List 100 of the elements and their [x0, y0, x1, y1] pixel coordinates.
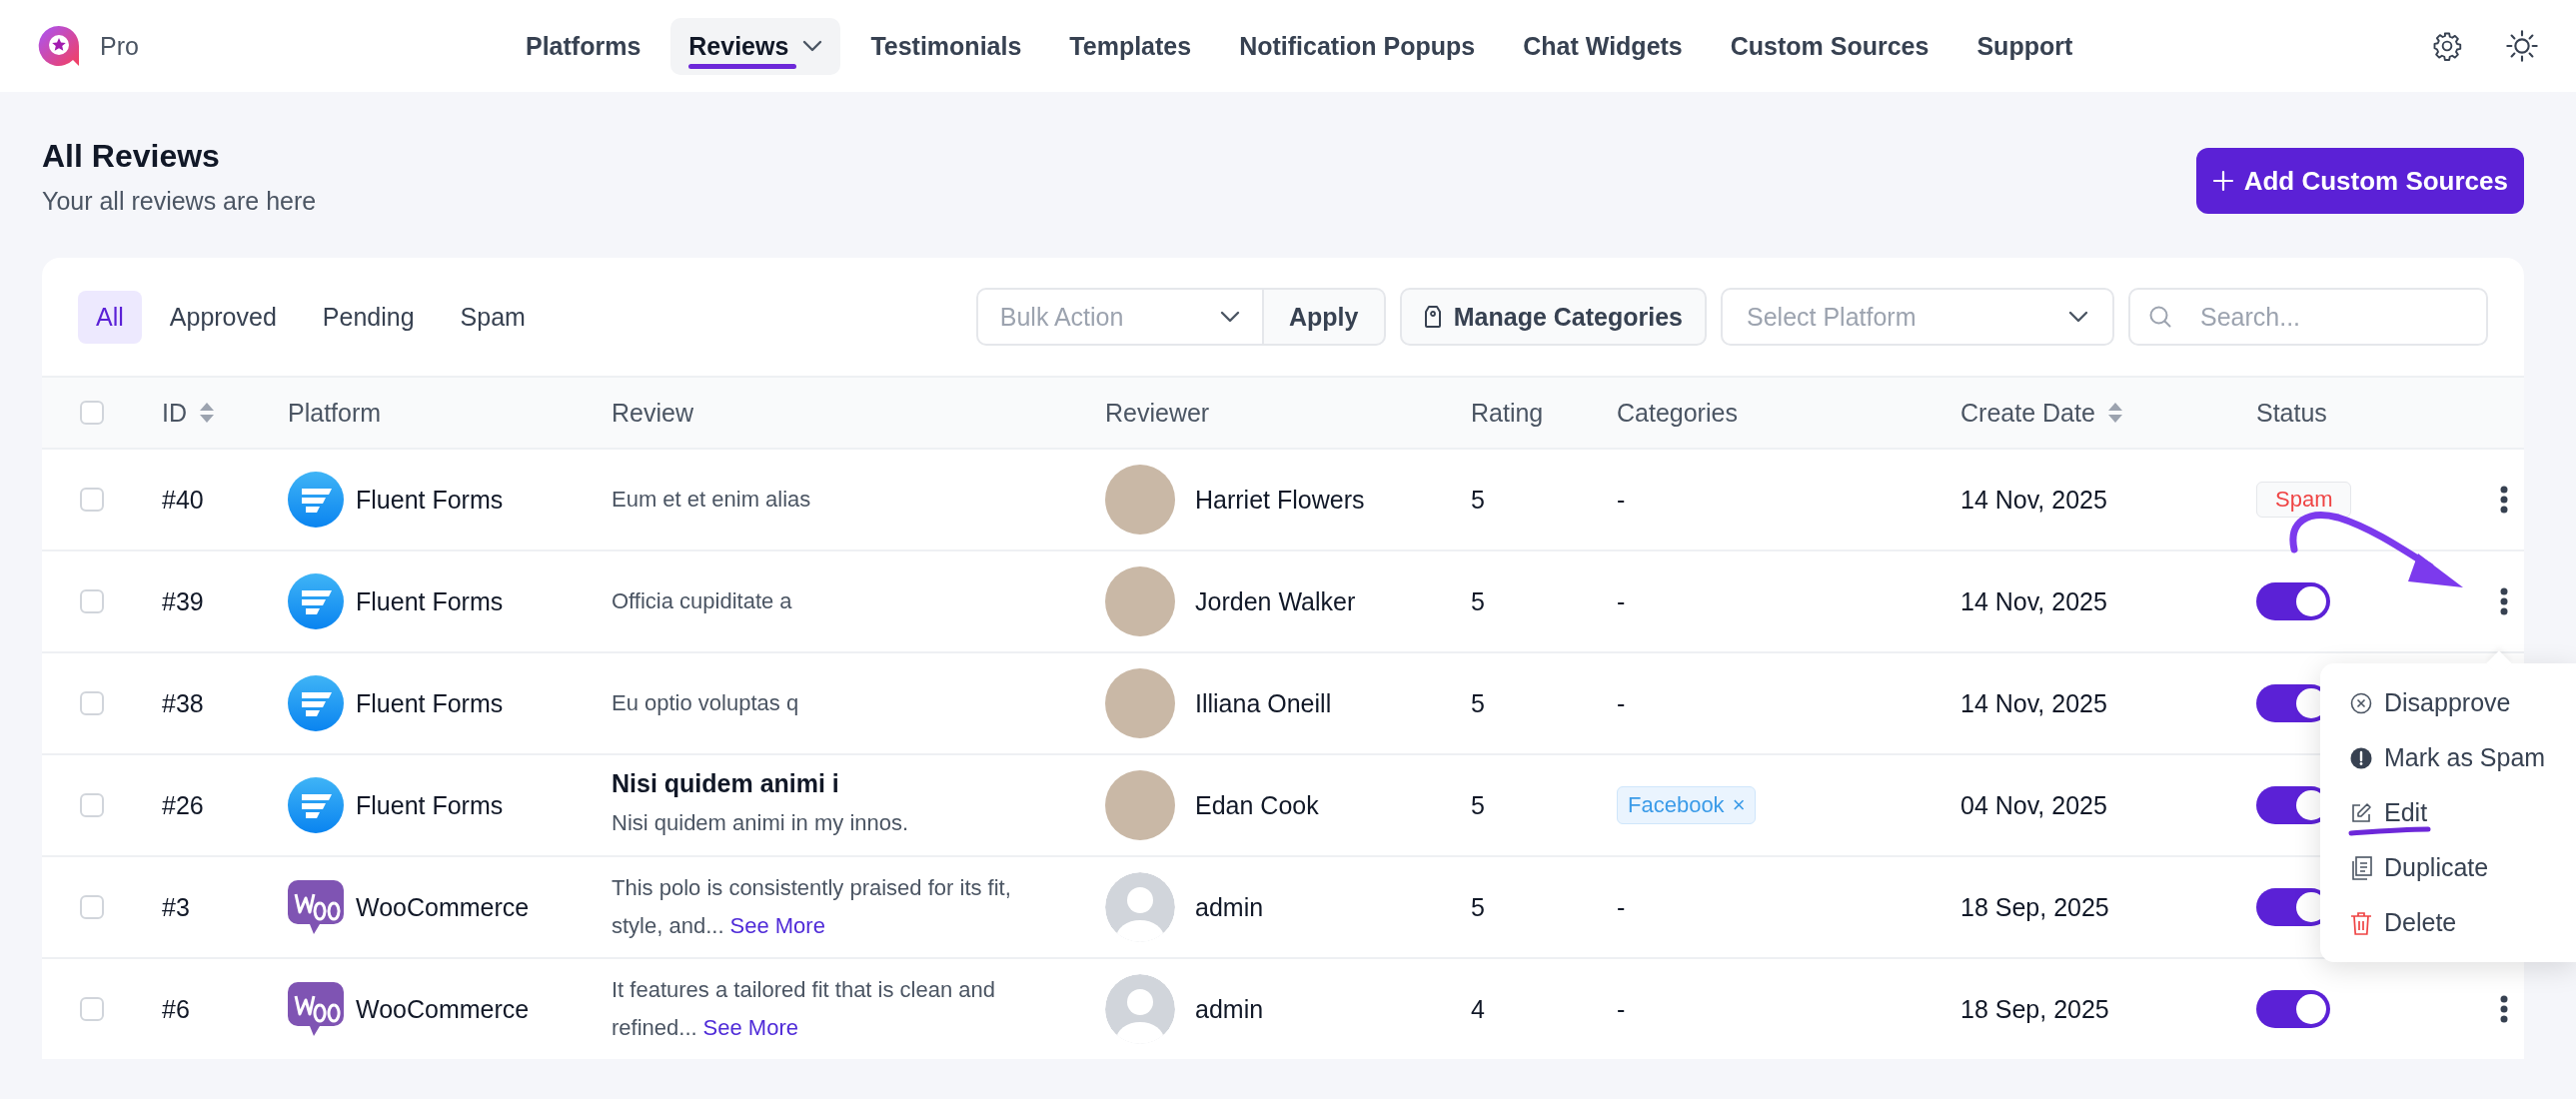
rating: 5 [1471, 790, 1485, 820]
platform-logo-icon [288, 980, 344, 1038]
menu-item[interactable]: Edit [2320, 785, 2576, 840]
create-date: 04 Nov, 2025 [1960, 790, 2107, 820]
column-header[interactable]: ID [162, 398, 187, 428]
create-date: 14 Nov, 2025 [1960, 485, 2107, 515]
column-header: Rating [1471, 398, 1544, 428]
platform-logo-icon [288, 573, 344, 629]
platform-name: WooCommerce [356, 892, 530, 922]
rating: 5 [1471, 586, 1485, 616]
filter-tab[interactable]: All [78, 290, 142, 344]
see-more-link[interactable]: See More [702, 1015, 798, 1040]
platform-name: Fluent Forms [356, 688, 504, 718]
chevron-down-icon [1219, 311, 1240, 323]
nav-link[interactable]: Platforms [508, 17, 659, 75]
platform-logo-icon [288, 675, 344, 731]
more-options-icon[interactable] [2500, 995, 2508, 1023]
rating: 5 [1471, 892, 1485, 922]
select-all-checkbox[interactable] [80, 401, 104, 425]
review-text: Officia cupiditate a [612, 587, 793, 615]
edit-icon [2350, 801, 2372, 824]
row-checkbox[interactable] [80, 691, 104, 715]
theme-toggle-icon[interactable] [2506, 30, 2538, 62]
status-toggle[interactable] [2256, 582, 2330, 620]
nav-link[interactable]: Support [1958, 17, 2091, 75]
review-id: #39 [162, 586, 204, 616]
nav-link[interactable]: Testimonials [852, 17, 1040, 75]
row-checkbox[interactable] [80, 793, 104, 817]
more-options-icon[interactable] [2500, 587, 2508, 615]
review-id: #6 [162, 994, 190, 1024]
filter-tab[interactable]: Spam [442, 290, 544, 344]
reviewer-name: Jorden Walker [1195, 586, 1356, 616]
category-empty: - [1617, 485, 1626, 515]
row-checkbox[interactable] [80, 488, 104, 512]
review-title: Nisi quidem animi i [612, 768, 840, 798]
review-id: #3 [162, 892, 190, 922]
page-title: All Reviews [42, 138, 221, 175]
avatar-icon [1105, 974, 1175, 1044]
menu-item[interactable]: Delete [2320, 895, 2576, 950]
nav-link[interactable]: Reviews [670, 17, 841, 75]
status-badge: Spam [2256, 482, 2352, 518]
category-tag: Facebook × [1617, 786, 1757, 824]
column-header[interactable]: Create Date [1960, 398, 2095, 428]
search-field[interactable]: Search... [2128, 288, 2488, 346]
chevron-down-icon [2068, 311, 2088, 323]
reviewer-name: admin [1195, 892, 1264, 922]
search-icon [2148, 305, 2172, 329]
rating: 4 [1471, 994, 1485, 1024]
copy-icon [2350, 855, 2372, 880]
trash-icon [2350, 910, 2372, 935]
column-header: Platform [288, 398, 382, 428]
reviewer-name: admin [1195, 994, 1264, 1024]
nav-link[interactable]: Templates [1051, 17, 1210, 75]
review-text: Eu optio voluptas q [612, 689, 800, 717]
platform-name: WooCommerce [356, 994, 530, 1024]
review-id: #40 [162, 485, 204, 515]
rating: 5 [1471, 688, 1485, 718]
more-options-icon[interactable] [2500, 486, 2508, 514]
nav-link[interactable]: Notification Popups [1221, 17, 1494, 75]
add-custom-sources-button[interactable]: Add Custom Sources [2195, 148, 2524, 214]
filter-tab[interactable]: Approved [151, 290, 295, 344]
nav-link[interactable]: Custom Sources [1712, 17, 1947, 75]
row-checkbox[interactable] [80, 895, 104, 919]
platform-logo-icon [288, 777, 344, 833]
row-checkbox[interactable] [80, 589, 104, 613]
create-date: 14 Nov, 2025 [1960, 586, 2107, 616]
category-empty: - [1617, 688, 1626, 718]
logo-icon[interactable] [38, 25, 80, 67]
settings-icon[interactable] [2432, 31, 2462, 61]
page-subtitle: Your all reviews are here [42, 187, 317, 216]
platform-logo-icon [288, 878, 344, 936]
platform-name: Fluent Forms [356, 485, 504, 515]
review-text: Nisi quidem animi in my innos. [612, 808, 910, 837]
warning-icon [2350, 746, 2372, 769]
category-empty: - [1617, 892, 1626, 922]
close-circle-icon [2350, 691, 2372, 714]
create-date: 18 Sep, 2025 [1960, 994, 2109, 1024]
see-more-link[interactable]: See More [729, 913, 825, 938]
review-text: This polo is consistently praised for its fit, style, and... See More [612, 874, 1012, 940]
menu-item[interactable]: Mark as Spam [2320, 730, 2576, 785]
reviewer-name: Edan Cook [1195, 790, 1319, 820]
row-checkbox[interactable] [80, 997, 104, 1021]
review-id: #26 [162, 790, 204, 820]
category-empty: - [1617, 586, 1626, 616]
nav-link[interactable]: Chat Widgets [1505, 17, 1701, 75]
status-toggle[interactable] [2256, 990, 2330, 1028]
manage-categories-button[interactable]: Manage Categories [1399, 288, 1707, 346]
review-text: Eum et et enim alias [612, 486, 812, 514]
apply-button[interactable]: Apply [1263, 288, 1386, 346]
review-id: #38 [162, 688, 204, 718]
column-header: Status [2256, 398, 2327, 428]
menu-item[interactable]: Disapprove [2320, 675, 2576, 730]
platform-name: Fluent Forms [356, 586, 504, 616]
plus-icon [2211, 170, 2234, 192]
menu-item[interactable]: Duplicate [2320, 840, 2576, 895]
category-empty: - [1617, 994, 1626, 1024]
reviewer-name: Harriet Flowers [1195, 485, 1365, 515]
create-date: 18 Sep, 2025 [1960, 892, 2109, 922]
create-date: 14 Nov, 2025 [1960, 688, 2107, 718]
filter-tab[interactable]: Pending [304, 290, 433, 344]
